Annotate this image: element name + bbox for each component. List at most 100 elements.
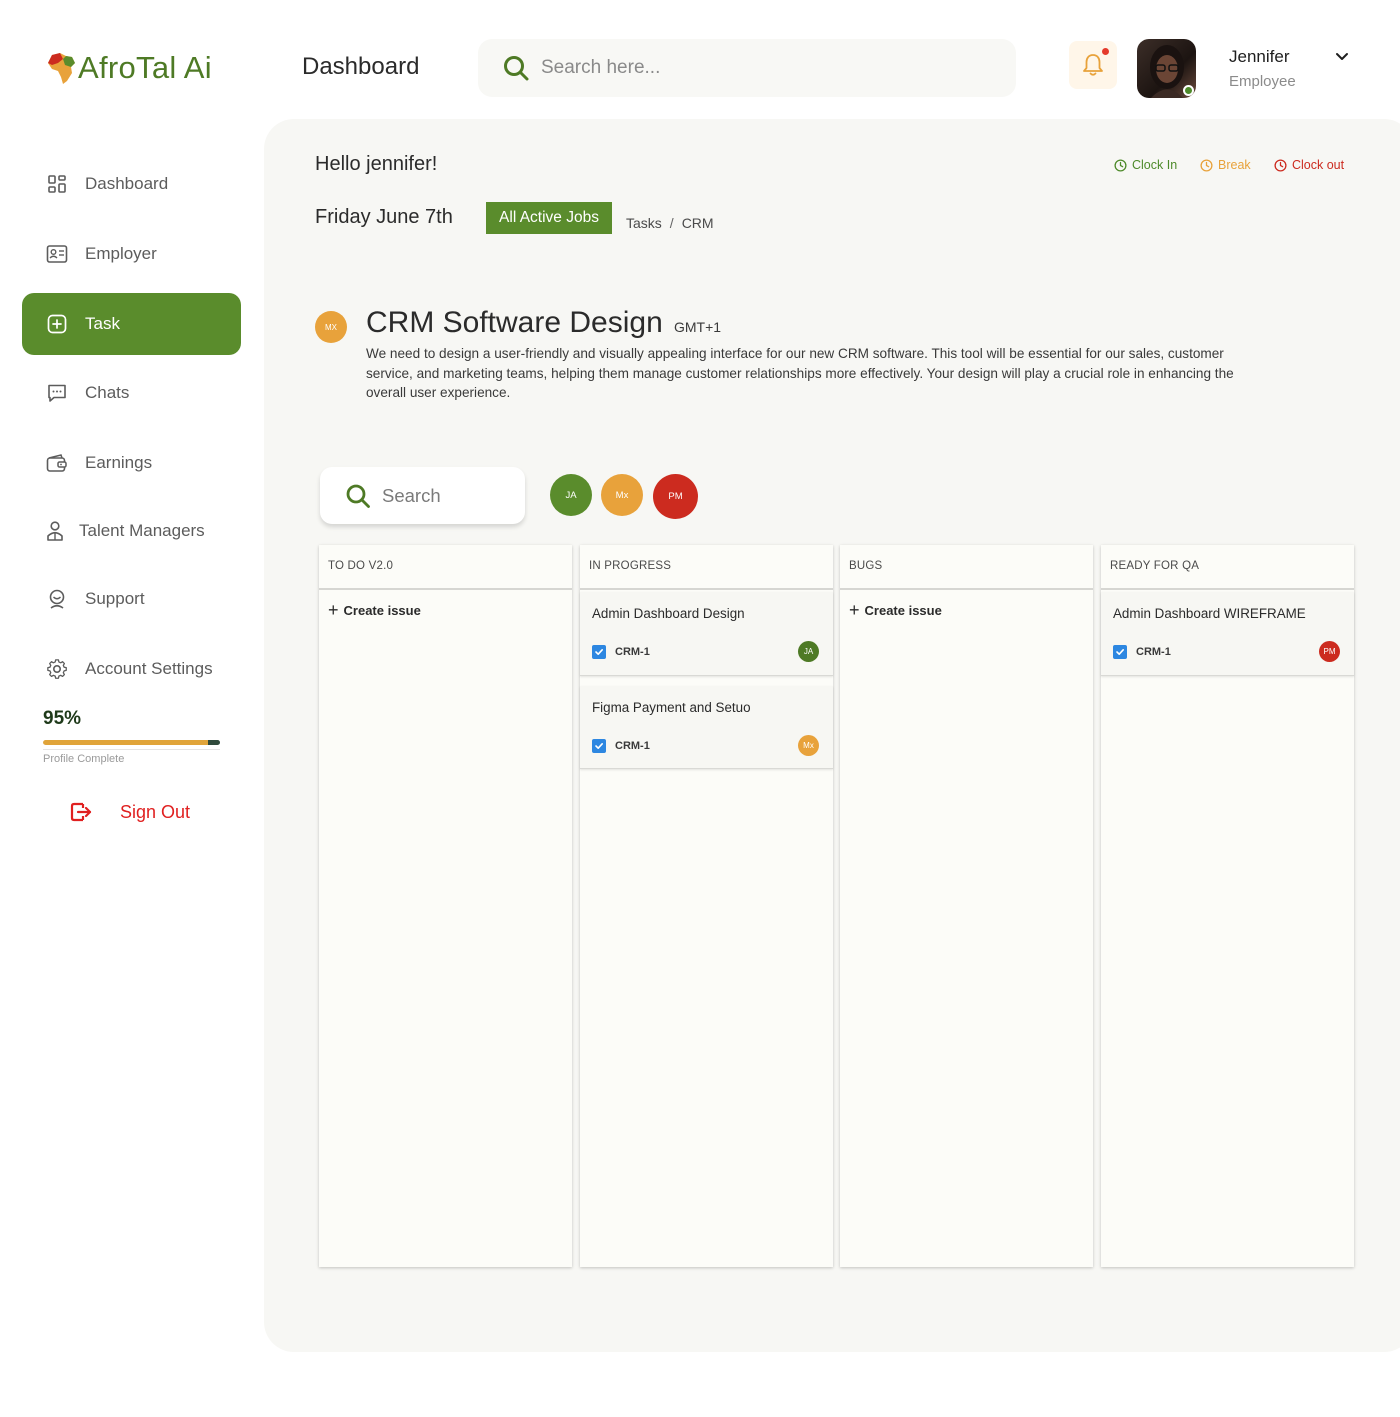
profile-progress-bar xyxy=(43,740,220,745)
issue-footer: CRM-1 JA xyxy=(592,641,819,662)
breadcrumb-tasks[interactable]: Tasks xyxy=(626,215,662,231)
project-timezone: GMT+1 xyxy=(674,319,722,335)
sidebar-item-earnings[interactable]: Earnings xyxy=(22,432,241,494)
column-title: BUGS xyxy=(840,545,1093,590)
grid-icon xyxy=(46,173,68,195)
sidebar-item-employer[interactable]: Employer xyxy=(22,223,241,285)
search-icon xyxy=(504,56,529,81)
clock-out-label: Clock out xyxy=(1292,158,1345,172)
chevron-down-icon[interactable] xyxy=(1334,48,1350,64)
all-active-jobs-button[interactable]: All Active Jobs xyxy=(486,202,612,234)
sidebar-item-task[interactable]: Task xyxy=(22,293,241,355)
sidebar-item-support[interactable]: Support xyxy=(22,568,241,630)
issue-title: Figma Payment and Setuo xyxy=(592,700,751,715)
clock-icon xyxy=(1274,158,1287,172)
issue-footer: CRM-1 PM xyxy=(1113,641,1340,662)
clock-out-button[interactable]: Clock out xyxy=(1274,158,1344,172)
profile-progress-label: Profile Complete xyxy=(43,753,125,765)
create-issue-button[interactable]: + Create issue xyxy=(319,590,572,620)
profile-progress-percent: 95% xyxy=(43,708,82,729)
plus-square-icon xyxy=(46,313,68,335)
member-avatar-mx[interactable]: Mx xyxy=(601,474,643,516)
brand-name: AfroTal Ai xyxy=(78,50,212,85)
sidebar-item-label: Earnings xyxy=(85,453,153,472)
clock-icon xyxy=(1114,158,1127,172)
break-button[interactable]: Break xyxy=(1200,158,1251,172)
id-card-icon xyxy=(46,243,68,265)
app-root: AfroTal Ai Dashboard Jennifer Employee xyxy=(0,0,1400,1417)
checkbox-checked-icon[interactable] xyxy=(592,644,606,659)
sidebar-item-label: Account Settings xyxy=(85,659,213,678)
sidebar-item-chats[interactable]: Chats xyxy=(22,362,241,424)
search-input[interactable] xyxy=(541,57,961,79)
user-avatar[interactable] xyxy=(1137,39,1196,98)
breadcrumb: Tasks / CRM xyxy=(626,215,714,231)
breadcrumb-separator: / xyxy=(669,215,674,231)
sidebar-item-label: Task xyxy=(85,314,120,333)
issue-card[interactable]: Admin Dashboard Design CRM-1 JA xyxy=(580,592,833,676)
current-date: Friday June 7th xyxy=(315,206,453,228)
divider xyxy=(43,749,220,750)
brand-logo[interactable]: AfroTal Ai xyxy=(46,50,212,86)
issue-title: Admin Dashboard WIREFRAME xyxy=(1113,606,1306,621)
issue-footer: CRM-1 Mx xyxy=(592,735,819,756)
sidebar-item-account-settings[interactable]: Account Settings xyxy=(22,638,241,700)
checkbox-checked-icon[interactable] xyxy=(1113,644,1127,659)
create-issue-label: Create issue xyxy=(343,603,421,618)
plus-icon: + xyxy=(328,600,339,620)
board-column-todo: TO DO V2.0 + Create issue xyxy=(319,545,572,1267)
issue-key: CRM-1 xyxy=(1136,645,1171,658)
member-avatar-pm[interactable]: PM xyxy=(653,474,698,519)
board-column-ready-for-qa: READY FOR QA Admin Dashboard WIREFRAME C… xyxy=(1101,545,1354,1267)
column-title: TO DO V2.0 xyxy=(319,545,572,590)
manager-icon xyxy=(44,520,66,542)
sidebar-item-label: Employer xyxy=(85,244,157,263)
column-title: IN PROGRESS xyxy=(580,545,833,590)
board-search[interactable]: Search xyxy=(320,467,525,524)
online-status-dot xyxy=(1183,85,1194,96)
breadcrumb-crm[interactable]: CRM xyxy=(682,215,714,231)
assignee-avatar[interactable]: JA xyxy=(798,641,819,662)
break-label: Break xyxy=(1218,158,1251,172)
board-column-in-progress: IN PROGRESS Admin Dashboard Design CRM-1… xyxy=(580,545,833,1267)
project-owner-badge: MX xyxy=(315,311,347,343)
user-role: Employee xyxy=(1229,73,1296,90)
project-description: We need to design a user-friendly and vi… xyxy=(366,346,1234,401)
clock-in-label: Clock In xyxy=(1132,158,1178,172)
create-issue-button[interactable]: + Create issue xyxy=(840,590,1093,620)
chat-icon xyxy=(46,382,68,404)
create-issue-label: Create issue xyxy=(864,603,942,618)
sidebar-item-talent-managers[interactable]: Talent Managers xyxy=(22,500,241,562)
wallet-icon xyxy=(46,452,68,474)
sign-out-label: Sign Out xyxy=(120,801,191,822)
assignee-avatar[interactable]: Mx xyxy=(798,735,819,756)
clock-icon xyxy=(1200,158,1213,172)
issue-key: CRM-1 xyxy=(615,739,650,752)
column-title: READY FOR QA xyxy=(1101,545,1354,590)
sidebar-item-label: Dashboard xyxy=(85,174,169,193)
sidebar-item-dashboard[interactable]: Dashboard xyxy=(22,153,241,215)
bell-icon xyxy=(1083,54,1103,76)
africa-map-logo-icon xyxy=(48,53,75,84)
notification-dot xyxy=(1102,48,1109,55)
gear-icon xyxy=(46,658,68,680)
page-title: Dashboard xyxy=(302,53,420,80)
sign-out-icon xyxy=(70,802,92,822)
plus-icon: + xyxy=(849,600,860,620)
issue-card[interactable]: Admin Dashboard WIREFRAME CRM-1 PM xyxy=(1101,592,1354,676)
member-avatar-ja[interactable]: JA xyxy=(550,474,592,516)
issue-card[interactable]: Figma Payment and Setuo CRM-1 Mx xyxy=(580,686,833,769)
board-column-bugs: BUGS + Create issue xyxy=(840,545,1093,1267)
assignee-avatar[interactable]: PM xyxy=(1319,641,1340,662)
global-search[interactable] xyxy=(478,39,1016,97)
issue-key: CRM-1 xyxy=(615,645,650,658)
clock-in-button[interactable]: Clock In xyxy=(1114,158,1177,172)
sign-out-button[interactable]: Sign Out xyxy=(69,800,190,824)
sidebar-item-label: Talent Managers xyxy=(79,521,205,540)
board-search-placeholder: Search xyxy=(382,484,441,506)
support-icon xyxy=(46,588,68,610)
notifications-button[interactable] xyxy=(1069,41,1117,89)
checkbox-checked-icon[interactable] xyxy=(592,738,606,753)
sidebar-item-label: Chats xyxy=(85,383,130,402)
issue-title: Admin Dashboard Design xyxy=(592,606,745,621)
